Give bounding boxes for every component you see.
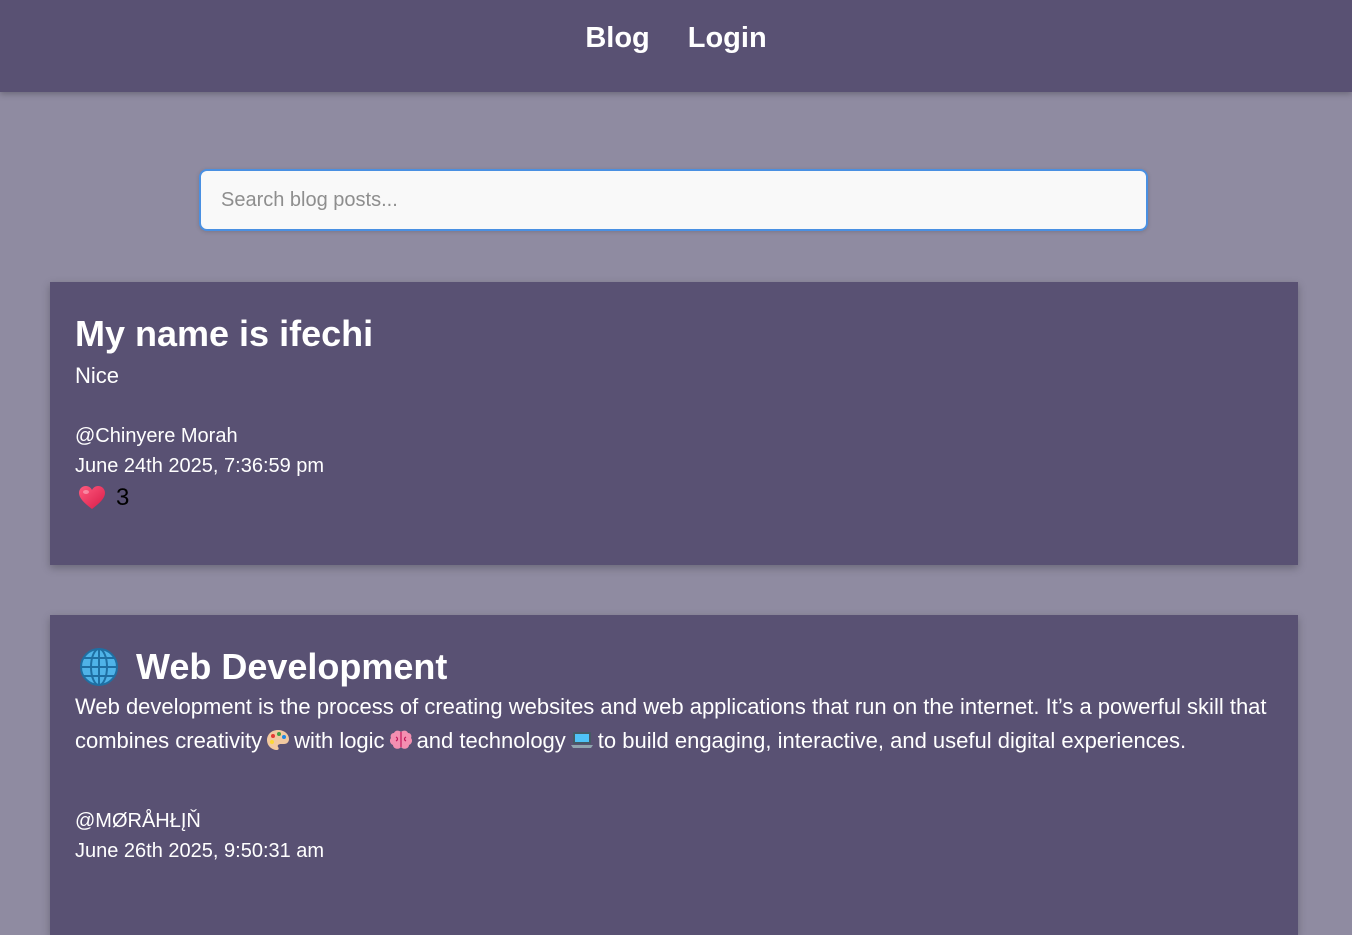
globe-icon	[80, 648, 118, 686]
post-title[interactable]: Web Development	[75, 615, 1273, 688]
heart-icon[interactable]	[78, 485, 106, 511]
post-author: @MØRÅHŁĮŇ	[75, 810, 201, 832]
post-date: June 26th 2025, 9:50:31 am	[75, 840, 325, 862]
post-body-text: with logic	[294, 728, 385, 753]
like-row: 3	[75, 484, 1273, 512]
post-card[interactable]: Web Development Web development is the p…	[50, 615, 1298, 935]
post-body-text: to build engaging, interactive, and usef…	[597, 728, 1187, 753]
post-body-text: and technology	[416, 728, 566, 753]
brain-icon	[389, 730, 412, 749]
search-input[interactable]	[201, 171, 1146, 229]
like-count: 3	[116, 484, 130, 511]
laptop-icon	[570, 732, 593, 748]
palette-icon	[267, 730, 290, 750]
post-body: Web development is the process of creati…	[75, 690, 1273, 758]
post-card[interactable]: My name is ifechi Nice @Chinyere Morah J…	[50, 282, 1298, 565]
nav-link-blog[interactable]: Blog	[585, 22, 649, 55]
top-navbar: Blog Login	[0, 0, 1352, 92]
nav-link-login[interactable]: Login	[688, 22, 767, 55]
post-title-text: Web Development	[136, 646, 448, 687]
post-date: June 24th 2025, 7:36:59 pm	[75, 455, 325, 477]
post-author: @Chinyere Morah	[75, 425, 238, 447]
post-body: Nice	[75, 363, 120, 388]
post-title[interactable]: My name is ifechi	[75, 282, 1273, 355]
search-box	[199, 169, 1148, 231]
